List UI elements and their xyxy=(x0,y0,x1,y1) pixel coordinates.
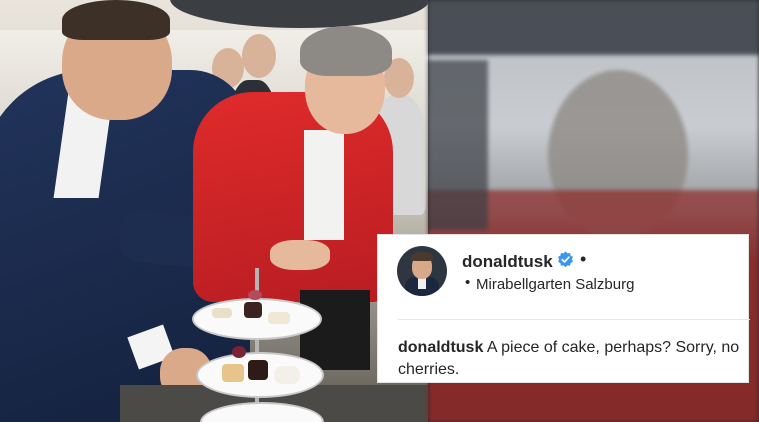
instagram-post-card: donaldtusk • • Mirabellgarten Salzburg d… xyxy=(377,234,750,383)
cake-piece xyxy=(244,302,262,318)
caption-username-link[interactable]: donaldtusk xyxy=(398,339,483,356)
location-bullet: • xyxy=(465,274,471,291)
post-header: donaldtusk • • Mirabellgarten Salzburg xyxy=(378,235,750,319)
woman-hair xyxy=(300,26,392,76)
location-link[interactable]: Mirabellgarten Salzburg xyxy=(476,276,634,293)
cake-piece xyxy=(268,312,290,324)
post-caption: donaldtusk A piece of cake, perhaps? Sor… xyxy=(398,337,743,381)
cake-piece xyxy=(248,290,262,300)
verified-badge-icon xyxy=(558,251,573,268)
woman-top xyxy=(304,130,344,240)
cake-piece xyxy=(248,360,268,380)
woman-hands xyxy=(270,240,330,270)
background-person-head xyxy=(242,34,276,78)
post-photo xyxy=(0,0,428,422)
cake-piece xyxy=(222,364,244,382)
divider xyxy=(398,319,750,320)
man-hair xyxy=(62,0,170,40)
separator-dot: • xyxy=(580,249,587,269)
cake-piece xyxy=(274,366,300,384)
cake-piece xyxy=(212,308,232,318)
avatar[interactable] xyxy=(397,246,447,296)
username-link[interactable]: donaldtusk xyxy=(462,252,553,272)
cake-piece xyxy=(232,346,246,358)
umbrella xyxy=(170,0,428,28)
